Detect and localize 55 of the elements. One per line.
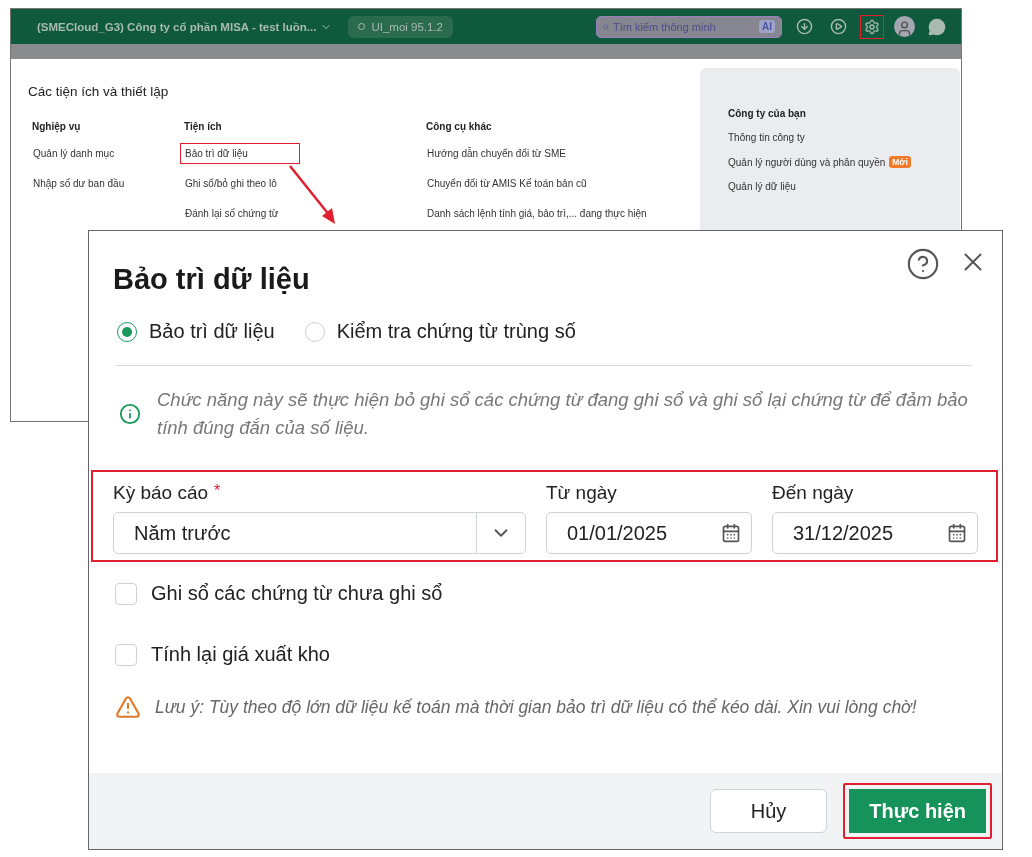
field-label: Từ ngày xyxy=(546,482,618,504)
menu-item[interactable]: Ghi sổ/bỏ ghi theo lô xyxy=(180,173,282,194)
option-checkbox-row[interactable]: Ghi sổ các chứng từ chưa ghi sổ xyxy=(115,582,978,605)
checkbox-label: Ghi sổ các chứng từ chưa ghi sổ xyxy=(151,582,443,605)
help-button[interactable] xyxy=(906,247,940,281)
download-icon xyxy=(795,18,813,35)
menu-item[interactable]: Hướng dẫn chuyển đổi từ SME xyxy=(422,143,571,164)
warning-icon xyxy=(115,694,141,720)
warning-text: Lưu ý: Tùy theo độ lớn dữ liệu kế toán mà thời gian bảo trì dữ liệu có thể kéo dài. Xin vui lòng chờ! xyxy=(155,696,917,718)
field-label: Kỳ báo cáo xyxy=(113,482,209,504)
pointer-arrow xyxy=(288,164,338,226)
chat-icon xyxy=(928,17,946,36)
menu-item[interactable]: Đánh lại số chứng từ xyxy=(180,203,284,224)
company-selector[interactable]: (SMECloud_G3) Công ty cổ phần MISA - test luồn... xyxy=(37,20,333,33)
period-select[interactable]: Năm trước xyxy=(113,512,526,554)
calendar-icon xyxy=(947,523,967,543)
help-icon xyxy=(906,247,940,281)
checkbox[interactable] xyxy=(115,582,137,605)
column-heading: Công cụ khác xyxy=(425,121,492,132)
menu-item[interactable]: Quản lý danh mục xyxy=(28,143,120,164)
cancel-button[interactable]: Hủy xyxy=(709,789,828,833)
date-field[interactable]: 01/01/2025 xyxy=(546,512,752,554)
info-text: Chức năng này sẽ thực hiện bỏ ghi sổ các chứng từ đang ghi sổ và ghi sổ lại chứng từ để đảm bảo tính đúng đắn của số liệu. xyxy=(157,388,969,440)
settings-icon xyxy=(864,18,880,35)
option-checkbox-row[interactable]: Tính lại giá xuất kho xyxy=(115,643,978,666)
column-heading: Nghiệp vụ xyxy=(31,121,81,132)
mode-radio[interactable]: Bảo trì dữ liệu xyxy=(117,320,275,343)
menu-item[interactable]: Danh sách lệnh tính giá, bảo trì,... đang thực hiện xyxy=(422,203,652,224)
menu-title: Các tiện ích và thiết lập xyxy=(28,84,170,99)
date-field[interactable]: 31/12/2025 xyxy=(772,512,978,554)
menu-item[interactable]: Chuyển đổi từ AMIS Kế toán bản cũ xyxy=(422,173,592,194)
ai-badge: AI xyxy=(759,20,775,33)
side-heading: Công ty của bạn xyxy=(728,108,806,119)
side-item[interactable]: Quản lý dữ liệu xyxy=(728,181,796,192)
required-mark: * xyxy=(214,482,221,501)
settings-button[interactable] xyxy=(860,14,884,39)
new-badge: Mới xyxy=(889,156,911,168)
checkbox-label: Tính lại giá xuất kho xyxy=(151,643,330,666)
version-tag: UI_moi 95.1.2 xyxy=(348,15,453,38)
side-item[interactable]: Quản lý người dùng và phân quyền Mới xyxy=(728,156,911,168)
search-input[interactable]: Tìm kiếm thông minh xyxy=(613,20,755,33)
radio-label: Bảo trì dữ liệu xyxy=(149,320,275,343)
side-item[interactable]: Thông tin công ty xyxy=(728,132,805,143)
submit-button[interactable]: Thực hiện xyxy=(843,783,992,839)
calendar-icon xyxy=(721,523,741,543)
field-label: Đến ngày xyxy=(772,482,855,504)
column-heading: Tiện ích xyxy=(183,121,222,132)
play-icon xyxy=(829,18,847,35)
menu-item[interactable]: Bảo trì dữ liệu xyxy=(180,143,300,164)
dialog-title: Bảo trì dữ liệu xyxy=(113,263,310,296)
checkbox[interactable] xyxy=(115,643,137,666)
user-avatar[interactable] xyxy=(894,16,915,37)
info-icon xyxy=(119,403,141,425)
side-item-label: Quản lý người dùng và phân quyền xyxy=(728,156,886,168)
menu-item[interactable]: Nhập số dư ban đầu xyxy=(28,173,130,194)
